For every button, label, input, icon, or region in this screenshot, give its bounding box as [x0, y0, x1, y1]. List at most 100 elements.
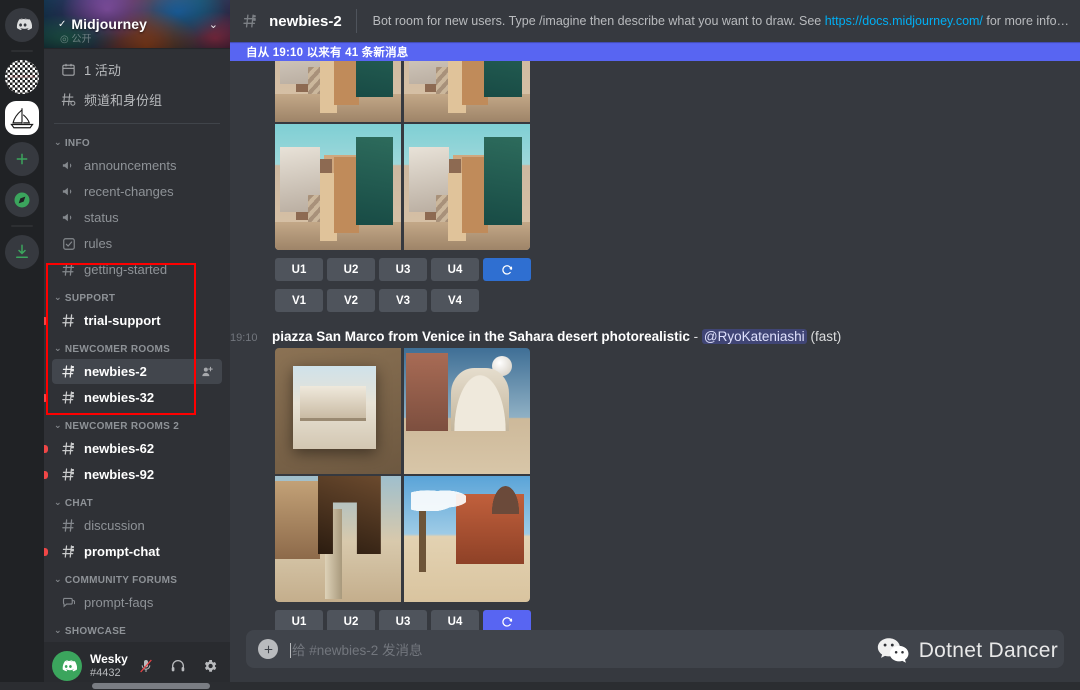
channel-label: newbies-32	[84, 390, 155, 405]
message-input-box[interactable]: 给 #newbies-2 发消息	[246, 630, 1064, 668]
channel-status[interactable]: status	[52, 205, 222, 230]
guild-header[interactable]: ✓ Midjourney ⌄ ◎ 公开	[44, 0, 230, 48]
category-support[interactable]: ⌄ SUPPORT	[46, 283, 228, 307]
server-icon-qr[interactable]	[5, 60, 39, 94]
u3-button[interactable]: U3	[379, 258, 427, 281]
channel-label: getting-started	[84, 262, 168, 277]
unread-indicator	[44, 444, 48, 453]
message-content: piazza San Marco from Venice in the Saha…	[272, 329, 841, 344]
sidebar-item-channels-roles-label: 频道和身份组	[84, 93, 163, 108]
new-messages-label: 自从 19:10 以来有 41 条新消息	[246, 46, 409, 59]
u3-button[interactable]: U3	[379, 610, 427, 630]
reroll-button[interactable]	[483, 258, 531, 281]
plus-icon[interactable]	[258, 639, 278, 659]
compass-icon	[14, 192, 30, 208]
add-member-icon[interactable]	[200, 365, 214, 379]
explore-servers-button[interactable]	[5, 183, 39, 217]
scrollbar-thumb[interactable]	[92, 683, 210, 689]
deafen-button[interactable]	[166, 654, 190, 678]
calendar-icon	[60, 62, 76, 77]
generated-image[interactable]	[403, 348, 530, 474]
discord-window: ✓ Midjourney ⌄ ◎ 公开 1 活动 频道和身份组 ⌄ INFO a…	[0, 0, 1080, 690]
prompt-text: piazza San Marco from Venice in the Saha…	[272, 329, 690, 344]
channel-prompt-faqs[interactable]: prompt-faqs	[52, 590, 222, 615]
sailboat-icon	[10, 108, 34, 129]
reroll-button[interactable]	[483, 610, 531, 630]
category-info[interactable]: ⌄ INFO	[46, 128, 228, 152]
channel-rules[interactable]: rules	[52, 231, 222, 256]
placeholder-text: 给 #newbies-2 发消息	[292, 643, 423, 658]
user-settings-button[interactable]	[198, 654, 222, 678]
generated-image[interactable]	[403, 61, 530, 122]
announcement-icon	[60, 210, 77, 225]
channel-newbies-32[interactable]: newbies-32	[44, 385, 222, 410]
channel-discussion[interactable]: discussion	[52, 513, 222, 538]
category-newcomer-rooms[interactable]: ⌄ NEWCOMER ROOMS	[46, 334, 228, 358]
generated-image[interactable]	[403, 124, 530, 250]
message-input-placeholder[interactable]: 给 #newbies-2 发消息	[290, 639, 423, 659]
user-mention[interactable]: @RyoKateniashi	[701, 329, 807, 344]
image-grid[interactable]	[275, 61, 530, 250]
u4-button[interactable]: U4	[431, 610, 479, 630]
u2-button[interactable]: U2	[327, 610, 375, 630]
message-timestamp: 19:10	[230, 332, 258, 344]
v4-button[interactable]: V4	[431, 289, 479, 312]
generated-image[interactable]	[275, 61, 401, 122]
image-grid[interactable]	[275, 348, 530, 602]
v1-button[interactable]: V1	[275, 289, 323, 312]
new-messages-divider[interactable]: 自从 19:10 以来有 41 条新消息	[230, 42, 1080, 61]
rules-icon	[60, 237, 77, 251]
server-icon-midjourney[interactable]	[5, 101, 39, 135]
mode-label: (fast)	[810, 329, 842, 344]
mute-microphone-button[interactable]	[134, 654, 158, 678]
category-newcomer-rooms-2[interactable]: ⌄ NEWCOMER ROOMS 2	[46, 411, 228, 435]
topic-link[interactable]: https://docs.midjourney.com/	[825, 14, 983, 28]
separator: -	[693, 329, 699, 344]
avatar[interactable]	[52, 651, 82, 681]
u1-button[interactable]: U1	[275, 258, 323, 281]
rail-divider-2	[11, 225, 33, 227]
discord-home-button[interactable]	[5, 8, 39, 42]
generated-image[interactable]	[275, 124, 401, 250]
channel-newbies-62[interactable]: newbies-62	[44, 436, 222, 461]
page-title: newbies-2	[269, 12, 342, 30]
sidebar-item-channels-roles[interactable]: 频道和身份组	[52, 85, 222, 114]
chevron-down-icon: ⌄	[54, 420, 62, 430]
v3-button[interactable]: V3	[379, 289, 427, 312]
channel-label: prompt-faqs	[84, 595, 154, 610]
generated-image[interactable]	[275, 348, 401, 474]
u2-button[interactable]: U2	[327, 258, 375, 281]
category-community-forums[interactable]: ⌄ COMMUNITY FORUMS	[46, 565, 228, 589]
generated-image[interactable]	[403, 476, 530, 602]
hash-threads-icon	[60, 441, 77, 456]
category-newcomer-rooms-label: NEWCOMER ROOMS	[64, 344, 171, 355]
channel-prompt-chat[interactable]: prompt-chat	[44, 539, 222, 564]
category-chat[interactable]: ⌄ CHAT	[46, 488, 228, 512]
refresh-icon	[502, 616, 513, 627]
channel-trial-support[interactable]: trial-support	[44, 308, 222, 333]
rail-divider	[11, 50, 33, 52]
unread-indicator	[44, 470, 48, 479]
sidebar-divider	[54, 123, 220, 124]
horizontal-scrollbar[interactable]	[0, 682, 1080, 690]
download-apps-button[interactable]	[5, 235, 39, 269]
add-server-button[interactable]	[5, 142, 39, 176]
v2-button[interactable]: V2	[327, 289, 375, 312]
channel-getting-started[interactable]: getting-started	[52, 257, 222, 282]
channel-announcements[interactable]: announcements	[52, 153, 222, 178]
category-showcase[interactable]: ⌄ SHOWCASE	[46, 616, 228, 640]
channel-newbies-92[interactable]: newbies-92	[44, 462, 222, 487]
channel-recent-changes[interactable]: recent-changes	[52, 179, 222, 204]
upscale-button-row: U1 U2 U3 U4	[275, 258, 1070, 281]
channels-roles-icon	[60, 92, 76, 107]
channel-list[interactable]: 1 活动 频道和身份组 ⌄ INFO announcements recent-…	[44, 48, 230, 642]
channel-header: newbies-2 Bot room for new users. Type /…	[230, 0, 1080, 42]
chevron-down-icon[interactable]: ⌄	[209, 18, 218, 31]
channel-newbies-2[interactable]: newbies-2	[52, 359, 222, 384]
message-list[interactable]: U1 U2 U3 U4 V1 V2 V3 V4 19:10 piazza San…	[230, 61, 1080, 630]
forum-icon	[60, 595, 77, 610]
u4-button[interactable]: U4	[431, 258, 479, 281]
sidebar-item-events[interactable]: 1 活动	[52, 55, 222, 84]
generated-image[interactable]	[275, 476, 401, 602]
u1-button[interactable]: U1	[275, 610, 323, 630]
